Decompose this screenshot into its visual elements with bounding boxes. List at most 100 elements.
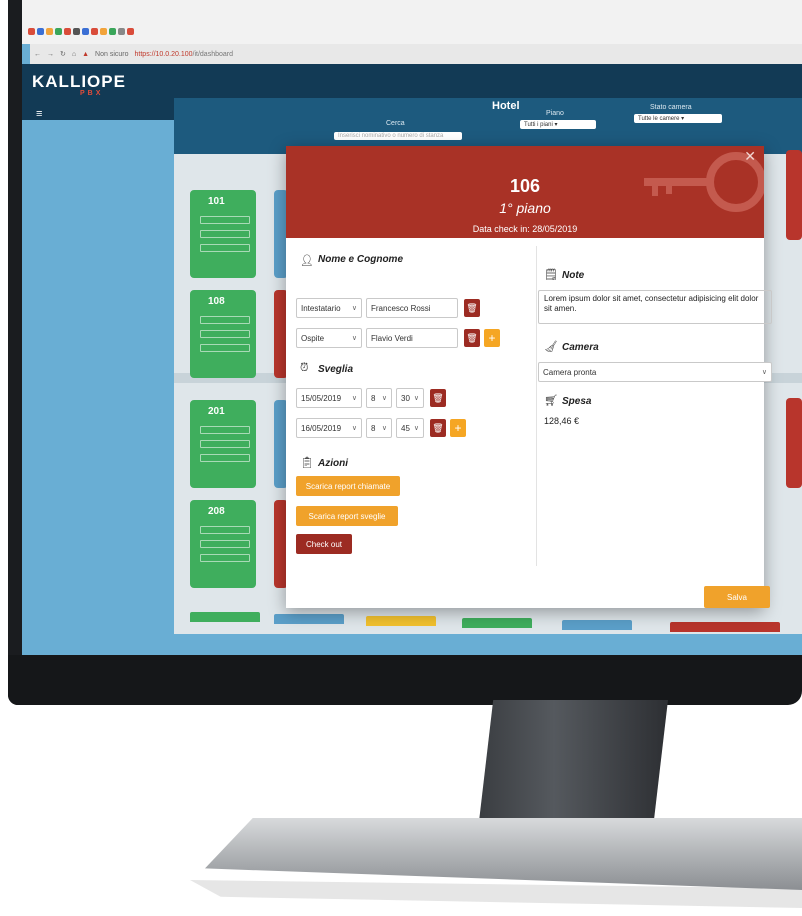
- bookmark-icon[interactable]: [100, 28, 107, 35]
- room-status-select[interactable]: Camera pronta ∨: [538, 362, 772, 382]
- room-card[interactable]: 101: [190, 190, 256, 278]
- add-wakeup-button[interactable]: +: [450, 419, 466, 437]
- actions-section-title: Azioni: [318, 458, 348, 469]
- screen: ← → ↻ ⌂ ▲ Non sicuro https://10.0.20.100…: [22, 0, 802, 655]
- back-arrow-icon[interactable]: ←: [34, 51, 41, 58]
- add-guest-button[interactable]: +: [484, 329, 500, 347]
- bookmark-icon[interactable]: [46, 28, 53, 35]
- cart-icon: 🛒︎: [544, 395, 558, 407]
- room-field: [200, 454, 250, 462]
- room-card[interactable]: 201: [190, 400, 256, 488]
- room-card-tab[interactable]: [190, 612, 260, 622]
- monitor-stand-neck: [478, 700, 668, 830]
- url-host: https://10.0.20.100: [134, 50, 193, 58]
- bookmark-icon[interactable]: [118, 28, 125, 35]
- address-bar[interactable]: ← → ↻ ⌂ ▲ Non sicuro https://10.0.20.100…: [30, 44, 802, 64]
- bookmark-icon[interactable]: [55, 28, 62, 35]
- room-card[interactable]: [786, 150, 802, 240]
- download-wakeup-report-button[interactable]: Scarica report sveglie: [296, 506, 398, 526]
- room-status-select[interactable]: Tutte le camere ▾: [634, 114, 722, 123]
- room-field: [200, 216, 250, 224]
- bookmark-icon[interactable]: [28, 28, 35, 35]
- bookmark-icon[interactable]: [82, 28, 89, 35]
- security-label: Non sicuro: [95, 50, 129, 58]
- bookmark-icon[interactable]: [127, 28, 134, 35]
- guest-name-input[interactable]: Flavio Verdi: [366, 328, 458, 348]
- room-field: [200, 244, 250, 252]
- wakeup-hour-select[interactable]: 8 ∨: [366, 418, 392, 438]
- room-card-tab[interactable]: [274, 614, 344, 624]
- trash-icon[interactable]: 🗑︎: [430, 419, 446, 437]
- wakeup-section-title: Sveglia: [318, 364, 354, 375]
- chevron-down-icon: ▾: [681, 116, 685, 122]
- modal-floor: 1° piano: [499, 200, 551, 216]
- wakeup-minute-value: 45: [401, 423, 410, 433]
- monitor-bezel: [8, 655, 802, 705]
- modal-checkin-date: Data check in: 28/05/2019: [472, 224, 578, 234]
- room-card[interactable]: [786, 398, 802, 488]
- wakeup-minute-select[interactable]: 45 ∨: [396, 418, 424, 438]
- room-card-tab[interactable]: [670, 622, 780, 632]
- warning-icon: ▲: [82, 50, 90, 58]
- chevron-down-icon: ∨: [761, 369, 767, 376]
- column-divider: [536, 246, 537, 566]
- room-field: [200, 426, 250, 434]
- alarm-clock-icon: ⏰︎: [300, 362, 309, 374]
- name-section-title: Nome e Cognome: [318, 254, 404, 265]
- room-field: [200, 526, 250, 534]
- notes-textarea[interactable]: Lorem ipsum dolor sit amet, consectetur …: [538, 290, 772, 324]
- chevron-down-icon: ∨: [381, 425, 387, 432]
- room-field: [200, 230, 250, 238]
- chevron-down-icon: ∨: [413, 395, 419, 402]
- room-card[interactable]: 108: [190, 290, 256, 378]
- chevron-down-icon: ∨: [351, 335, 357, 342]
- chevron-down-icon: ∨: [351, 305, 357, 312]
- modal-room-number: 106: [509, 176, 541, 196]
- hamburger-icon[interactable]: ≡: [36, 108, 42, 120]
- room-card-tab[interactable]: [366, 616, 436, 626]
- wakeup-minute-select[interactable]: 30 ∨: [396, 388, 424, 408]
- trash-icon[interactable]: 🗑︎: [464, 329, 480, 347]
- bookmarks-bar: [22, 0, 802, 44]
- room-card-tab[interactable]: [462, 618, 532, 628]
- wakeup-date-select[interactable]: 16/05/2019 ∨: [296, 418, 362, 438]
- logo-subtext: PBX: [80, 90, 104, 97]
- wakeup-hour-select[interactable]: 8 ∨: [366, 388, 392, 408]
- room-card[interactable]: 208: [190, 500, 256, 588]
- forward-arrow-icon[interactable]: →: [47, 51, 54, 58]
- kalliope-logo: KALLIOPE PBX: [32, 72, 126, 97]
- room-field: [200, 554, 250, 562]
- bookmark-icon[interactable]: [91, 28, 98, 35]
- room-number: 208: [208, 506, 225, 517]
- logo-text: KALLIOPE: [32, 72, 126, 91]
- bookmark-icon[interactable]: [37, 28, 44, 35]
- floor-label: Piano: [546, 110, 564, 117]
- user-icon: 👤︎: [300, 255, 314, 267]
- bookmark-icon[interactable]: [64, 28, 71, 35]
- guest-name-input[interactable]: Francesco Rossi: [366, 298, 458, 318]
- bookmark-icon[interactable]: [73, 28, 80, 35]
- close-icon[interactable]: ✕: [744, 148, 756, 165]
- guest-role-select[interactable]: Intestatario ∨: [296, 298, 362, 318]
- bookmark-icons: [28, 28, 134, 38]
- search-input[interactable]: Inserisci nominativo o numero di stanza: [334, 132, 462, 140]
- save-button[interactable]: Salva: [704, 586, 770, 608]
- clipboard-icon: 📋︎: [300, 457, 314, 469]
- wakeup-date-value: 16/05/2019: [301, 423, 342, 433]
- download-calls-report-button[interactable]: Scarica report chiamate: [296, 476, 400, 496]
- room-card-tab[interactable]: [562, 620, 632, 630]
- expense-amount: 128,46 €: [544, 416, 580, 426]
- room-status-value: Camera pronta: [543, 367, 597, 377]
- guest-role-select[interactable]: Ospite ∨: [296, 328, 362, 348]
- bookmark-icon[interactable]: [109, 28, 116, 35]
- wakeup-date-select[interactable]: 15/05/2019 ∨: [296, 388, 362, 408]
- trash-icon[interactable]: 🗑︎: [464, 299, 480, 317]
- floor-select[interactable]: Tutti i piani ▾: [520, 120, 596, 129]
- trash-icon[interactable]: 🗑︎: [430, 389, 446, 407]
- monitor-stand-base: [205, 818, 802, 890]
- room-number: 101: [208, 196, 225, 207]
- guest-role-value: Intestatario: [301, 303, 341, 313]
- checkout-button[interactable]: Check out: [296, 534, 352, 554]
- reload-icon[interactable]: ↻: [60, 50, 66, 58]
- home-icon[interactable]: ⌂: [72, 51, 76, 58]
